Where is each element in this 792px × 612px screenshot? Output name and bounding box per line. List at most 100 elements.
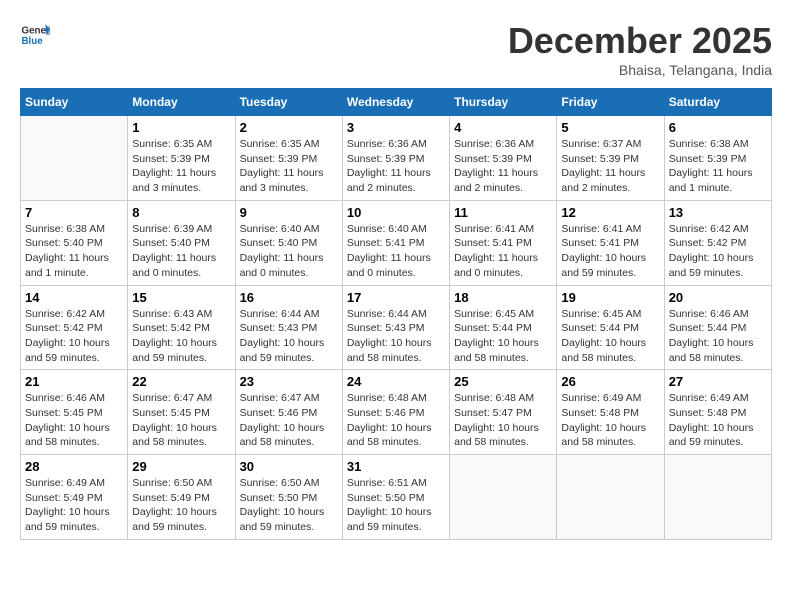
day-number: 3	[347, 120, 445, 135]
day-info: Sunrise: 6:41 AM Sunset: 5:41 PM Dayligh…	[454, 222, 552, 281]
logo-icon: General Blue	[20, 20, 50, 50]
day-info: Sunrise: 6:43 AM Sunset: 5:42 PM Dayligh…	[132, 307, 230, 366]
day-number: 20	[669, 290, 767, 305]
day-info: Sunrise: 6:49 AM Sunset: 5:48 PM Dayligh…	[561, 391, 659, 450]
calendar-day-cell: 3 Sunrise: 6:36 AM Sunset: 5:39 PM Daylig…	[342, 116, 449, 201]
calendar-day-cell: 10 Sunrise: 6:40 AM Sunset: 5:41 PM Dayli…	[342, 200, 449, 285]
weekday-header-friday: Friday	[557, 89, 664, 116]
day-info: Sunrise: 6:40 AM Sunset: 5:41 PM Dayligh…	[347, 222, 445, 281]
weekday-header-row: SundayMondayTuesdayWednesdayThursdayFrid…	[21, 89, 772, 116]
day-number: 15	[132, 290, 230, 305]
day-info: Sunrise: 6:40 AM Sunset: 5:40 PM Dayligh…	[240, 222, 338, 281]
calendar-body: 1Sunrise: 6:35 AM Sunset: 5:39 PM Daylig…	[21, 116, 772, 540]
day-number: 19	[561, 290, 659, 305]
calendar-day-cell: 7 Sunrise: 6:38 AM Sunset: 5:40 PM Daylig…	[21, 200, 128, 285]
day-number: 5	[561, 120, 659, 135]
calendar-day-cell: 18 Sunrise: 6:45 AM Sunset: 5:44 PM Dayli…	[450, 285, 557, 370]
calendar-day-cell: 16 Sunrise: 6:44 AM Sunset: 5:43 PM Dayli…	[235, 285, 342, 370]
day-number: 6	[669, 120, 767, 135]
day-info: Sunrise: 6:44 AM Sunset: 5:43 PM Dayligh…	[347, 307, 445, 366]
calendar-day-cell: 2Sunrise: 6:35 AM Sunset: 5:39 PM Daylig…	[235, 116, 342, 201]
day-number: 4	[454, 120, 552, 135]
calendar-day-cell: 26 Sunrise: 6:49 AM Sunset: 5:48 PM Dayli…	[557, 370, 664, 455]
calendar-table: SundayMondayTuesdayWednesdayThursdayFrid…	[20, 88, 772, 540]
calendar-day-cell: 30 Sunrise: 6:50 AM Sunset: 5:50 PM Dayli…	[235, 455, 342, 540]
day-number: 12	[561, 205, 659, 220]
day-number: 25	[454, 374, 552, 389]
day-number: 7	[25, 205, 123, 220]
calendar-day-cell	[664, 455, 771, 540]
weekday-header-sunday: Sunday	[21, 89, 128, 116]
day-info: Sunrise: 6:47 AM Sunset: 5:46 PM Dayligh…	[240, 391, 338, 450]
calendar-week-row: 1Sunrise: 6:35 AM Sunset: 5:39 PM Daylig…	[21, 116, 772, 201]
day-info: Sunrise: 6:49 AM Sunset: 5:49 PM Dayligh…	[25, 476, 123, 535]
day-number: 28	[25, 459, 123, 474]
day-info: Sunrise: 6:48 AM Sunset: 5:46 PM Dayligh…	[347, 391, 445, 450]
day-info: Sunrise: 6:44 AM Sunset: 5:43 PM Dayligh…	[240, 307, 338, 366]
day-info: Sunrise: 6:51 AM Sunset: 5:50 PM Dayligh…	[347, 476, 445, 535]
calendar-day-cell: 9 Sunrise: 6:40 AM Sunset: 5:40 PM Daylig…	[235, 200, 342, 285]
day-info: Sunrise: 6:39 AM Sunset: 5:40 PM Dayligh…	[132, 222, 230, 281]
day-number: 10	[347, 205, 445, 220]
day-number: 14	[25, 290, 123, 305]
month-title: December 2025	[508, 20, 772, 62]
day-number: 27	[669, 374, 767, 389]
calendar-day-cell: 29Sunrise: 6:50 AM Sunset: 5:49 PM Dayli…	[128, 455, 235, 540]
calendar-week-row: 7 Sunrise: 6:38 AM Sunset: 5:40 PM Daylig…	[21, 200, 772, 285]
day-number: 17	[347, 290, 445, 305]
logo: General Blue	[20, 20, 50, 50]
calendar-day-cell: 20Sunrise: 6:46 AM Sunset: 5:44 PM Dayli…	[664, 285, 771, 370]
day-info: Sunrise: 6:49 AM Sunset: 5:48 PM Dayligh…	[669, 391, 767, 450]
calendar-day-cell: 1Sunrise: 6:35 AM Sunset: 5:39 PM Daylig…	[128, 116, 235, 201]
calendar-day-cell: 14 Sunrise: 6:42 AM Sunset: 5:42 PM Dayli…	[21, 285, 128, 370]
calendar-day-cell: 25 Sunrise: 6:48 AM Sunset: 5:47 PM Dayli…	[450, 370, 557, 455]
calendar-day-cell: 31Sunrise: 6:51 AM Sunset: 5:50 PM Dayli…	[342, 455, 449, 540]
day-number: 16	[240, 290, 338, 305]
calendar-day-cell: 21 Sunrise: 6:46 AM Sunset: 5:45 PM Dayli…	[21, 370, 128, 455]
day-number: 23	[240, 374, 338, 389]
day-number: 24	[347, 374, 445, 389]
weekday-header-saturday: Saturday	[664, 89, 771, 116]
day-info: Sunrise: 6:42 AM Sunset: 5:42 PM Dayligh…	[669, 222, 767, 281]
day-number: 1	[132, 120, 230, 135]
calendar-day-cell: 13 Sunrise: 6:42 AM Sunset: 5:42 PM Dayli…	[664, 200, 771, 285]
day-info: Sunrise: 6:37 AM Sunset: 5:39 PM Dayligh…	[561, 137, 659, 196]
day-number: 30	[240, 459, 338, 474]
location: Bhaisa, Telangana, India	[508, 62, 772, 78]
day-info: Sunrise: 6:42 AM Sunset: 5:42 PM Dayligh…	[25, 307, 123, 366]
day-number: 11	[454, 205, 552, 220]
calendar-day-cell: 15 Sunrise: 6:43 AM Sunset: 5:42 PM Dayli…	[128, 285, 235, 370]
day-info: Sunrise: 6:47 AM Sunset: 5:45 PM Dayligh…	[132, 391, 230, 450]
day-info: Sunrise: 6:41 AM Sunset: 5:41 PM Dayligh…	[561, 222, 659, 281]
day-info: Sunrise: 6:46 AM Sunset: 5:45 PM Dayligh…	[25, 391, 123, 450]
calendar-day-cell: 17 Sunrise: 6:44 AM Sunset: 5:43 PM Dayli…	[342, 285, 449, 370]
calendar-day-cell: 4 Sunrise: 6:36 AM Sunset: 5:39 PM Daylig…	[450, 116, 557, 201]
weekday-header-tuesday: Tuesday	[235, 89, 342, 116]
page-header: General Blue December 2025 Bhaisa, Telan…	[20, 20, 772, 78]
day-number: 13	[669, 205, 767, 220]
calendar-day-cell: 23 Sunrise: 6:47 AM Sunset: 5:46 PM Dayli…	[235, 370, 342, 455]
day-info: Sunrise: 6:45 AM Sunset: 5:44 PM Dayligh…	[454, 307, 552, 366]
calendar-week-row: 14 Sunrise: 6:42 AM Sunset: 5:42 PM Dayli…	[21, 285, 772, 370]
day-number: 2	[240, 120, 338, 135]
calendar-week-row: 28 Sunrise: 6:49 AM Sunset: 5:49 PM Dayli…	[21, 455, 772, 540]
calendar-day-cell	[450, 455, 557, 540]
day-info: Sunrise: 6:36 AM Sunset: 5:39 PM Dayligh…	[454, 137, 552, 196]
calendar-day-cell: 11 Sunrise: 6:41 AM Sunset: 5:41 PM Dayli…	[450, 200, 557, 285]
day-info: Sunrise: 6:50 AM Sunset: 5:50 PM Dayligh…	[240, 476, 338, 535]
day-info: Sunrise: 6:38 AM Sunset: 5:40 PM Dayligh…	[25, 222, 123, 281]
day-number: 26	[561, 374, 659, 389]
day-number: 22	[132, 374, 230, 389]
day-number: 9	[240, 205, 338, 220]
day-info: Sunrise: 6:38 AM Sunset: 5:39 PM Dayligh…	[669, 137, 767, 196]
calendar-week-row: 21 Sunrise: 6:46 AM Sunset: 5:45 PM Dayli…	[21, 370, 772, 455]
day-number: 18	[454, 290, 552, 305]
weekday-header-monday: Monday	[128, 89, 235, 116]
calendar-day-cell	[557, 455, 664, 540]
day-info: Sunrise: 6:50 AM Sunset: 5:49 PM Dayligh…	[132, 476, 230, 535]
calendar-day-cell: 5 Sunrise: 6:37 AM Sunset: 5:39 PM Daylig…	[557, 116, 664, 201]
day-number: 21	[25, 374, 123, 389]
day-info: Sunrise: 6:36 AM Sunset: 5:39 PM Dayligh…	[347, 137, 445, 196]
day-info: Sunrise: 6:48 AM Sunset: 5:47 PM Dayligh…	[454, 391, 552, 450]
calendar-day-cell: 27 Sunrise: 6:49 AM Sunset: 5:48 PM Dayli…	[664, 370, 771, 455]
